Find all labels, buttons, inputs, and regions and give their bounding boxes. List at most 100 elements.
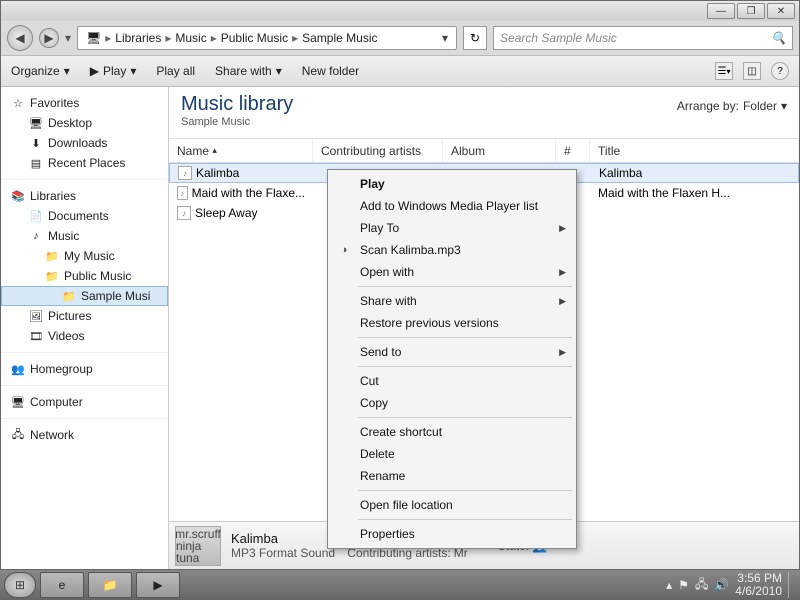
taskbar-explorer-button[interactable]: 📁: [88, 572, 132, 598]
menu-send-to[interactable]: Send to▶: [330, 341, 574, 363]
menu-rename[interactable]: Rename: [330, 465, 574, 487]
command-bar: Organize ▾ ▶ Play ▾ Play all Share with …: [1, 55, 799, 87]
tree-libraries[interactable]: 📚 Libraries: [1, 186, 168, 206]
menu-open-with[interactable]: Open with▶: [330, 261, 574, 283]
tree-network[interactable]: 🖧Network: [1, 425, 168, 445]
menu-restore-versions[interactable]: Restore previous versions: [330, 312, 574, 334]
breadcrumb-public-music[interactable]: Public Music: [217, 31, 292, 45]
view-options-button[interactable]: ☰▾: [715, 62, 733, 80]
taskbar-clock[interactable]: 3:56 PM 4/6/2010: [735, 572, 782, 598]
play-menu[interactable]: ▶ Play ▾: [90, 64, 137, 78]
column-label: Name: [177, 144, 209, 158]
menu-play-to[interactable]: Play To▶: [330, 217, 574, 239]
help-button[interactable]: ?: [771, 62, 789, 80]
start-button[interactable]: ⊞: [4, 572, 36, 598]
tree-label: Desktop: [48, 116, 92, 130]
forward-button[interactable]: ▶: [39, 28, 59, 48]
tree-favorites[interactable]: ☆Favorites: [1, 93, 168, 113]
menu-label: Scan Kalimba.mp3: [360, 243, 461, 257]
file-list: ♪Kalimba Kalimba ♪Maid with the Flaxe...…: [169, 163, 799, 521]
column-track-number[interactable]: #: [556, 139, 590, 162]
thumb-text: ninja tuna: [176, 540, 220, 564]
minimize-button[interactable]: —: [707, 3, 735, 19]
menu-add-to-wmp[interactable]: Add to Windows Media Player list: [330, 195, 574, 217]
column-artists[interactable]: Contributing artists: [313, 139, 443, 162]
menu-properties[interactable]: Properties: [330, 523, 574, 545]
system-tray[interactable]: ▴ ⚑ 🖧 🔊 3:56 PM 4/6/2010: [666, 572, 796, 598]
search-box[interactable]: Search Sample Music 🔍: [493, 26, 793, 50]
libraries-icon: 📚: [11, 189, 25, 203]
menu-scan[interactable]: ◑Scan Kalimba.mp3: [330, 239, 574, 261]
computer-icon: 🖥: [11, 395, 25, 409]
tree-downloads[interactable]: ⬇Downloads: [1, 133, 168, 153]
folder-icon: 📁: [62, 289, 76, 303]
tree-sample-music[interactable]: 📁 Sample Musi: [1, 286, 168, 306]
tree-music[interactable]: ♪Music: [1, 226, 168, 246]
tree-pictures[interactable]: 🖼Pictures: [1, 306, 168, 326]
pictures-icon: 🖼: [29, 309, 43, 323]
menu-create-shortcut[interactable]: Create shortcut: [330, 421, 574, 443]
tree-public-music[interactable]: 📁Public Music: [1, 266, 168, 286]
menu-share-with[interactable]: Share with▶: [330, 290, 574, 312]
menu-play[interactable]: Play: [330, 173, 574, 195]
library-subtitle: Sample Music: [181, 116, 293, 128]
breadcrumb-dropdown-icon[interactable]: ▾: [438, 31, 452, 45]
tree-desktop[interactable]: 🖥Desktop: [1, 113, 168, 133]
share-with-label: Share with: [215, 64, 272, 78]
menu-copy[interactable]: Copy: [330, 392, 574, 414]
tree-documents[interactable]: 📄Documents: [1, 206, 168, 226]
network-icon[interactable]: 🖧: [695, 575, 708, 596]
recent-locations-dropdown-icon[interactable]: ▾: [65, 31, 71, 45]
thumb-text: mr.scruff: [175, 528, 221, 540]
breadcrumb-root-icon[interactable]: 🖥: [82, 31, 105, 45]
volume-icon[interactable]: 🔊: [714, 578, 729, 592]
action-center-icon[interactable]: ⚑: [678, 578, 689, 592]
content-pane: Music library Sample Music Arrange by: F…: [169, 87, 799, 569]
taskbar-wmp-button[interactable]: ▶: [136, 572, 180, 598]
maximize-button[interactable]: ❐: [737, 3, 765, 19]
file-name: Maid with the Flaxe...: [192, 186, 305, 200]
tree-label: Computer: [30, 395, 83, 409]
forward-arrow-icon: ▶: [44, 31, 53, 45]
menu-delete[interactable]: Delete: [330, 443, 574, 465]
tree-label: Libraries: [30, 189, 76, 203]
network-icon: 🖧: [11, 428, 25, 442]
taskbar-ie-button[interactable]: e: [40, 572, 84, 598]
recent-icon: ▤: [29, 156, 43, 170]
column-album[interactable]: Album: [443, 139, 556, 162]
column-name[interactable]: Name ▴: [169, 139, 313, 162]
submenu-arrow-icon: ▶: [559, 267, 566, 278]
tree-recent-places[interactable]: ▤Recent Places: [1, 153, 168, 173]
homegroup-icon: 👥: [11, 362, 25, 376]
tree-label: Homegroup: [30, 362, 93, 376]
refresh-icon: ↻: [470, 31, 480, 45]
search-icon: 🔍: [771, 31, 786, 45]
tree-computer[interactable]: 🖥 Computer: [1, 392, 168, 412]
navigation-pane[interactable]: ☆Favorites 🖥Desktop ⬇Downloads ▤Recent P…: [1, 87, 169, 569]
column-title[interactable]: Title: [590, 139, 799, 162]
show-desktop-button[interactable]: [788, 572, 796, 598]
tree-label: My Music: [64, 249, 115, 263]
media-player-icon: ▶: [153, 578, 162, 592]
tree-label: Sample Musi: [81, 289, 150, 303]
close-button[interactable]: ✕: [767, 3, 795, 19]
tree-homegroup[interactable]: 👥 Homegroup: [1, 359, 168, 379]
share-with-menu[interactable]: Share with ▾: [215, 64, 282, 78]
refresh-button[interactable]: ↻: [463, 26, 487, 50]
new-folder-button[interactable]: New folder: [302, 64, 359, 78]
breadcrumb-music[interactable]: Music: [171, 31, 210, 45]
menu-open-file-location[interactable]: Open file location: [330, 494, 574, 516]
preview-pane-button[interactable]: ◫: [743, 62, 761, 80]
organize-menu[interactable]: Organize ▾: [11, 64, 70, 78]
play-all-button[interactable]: Play all: [156, 64, 195, 78]
arrange-by-menu[interactable]: Arrange by: Folder ▾: [677, 99, 787, 113]
tray-hidden-icons-icon[interactable]: ▴: [666, 578, 672, 592]
tree-my-music[interactable]: 📁My Music: [1, 246, 168, 266]
library-header: Music library Sample Music Arrange by: F…: [169, 87, 799, 139]
menu-cut[interactable]: Cut: [330, 370, 574, 392]
breadcrumb[interactable]: 🖥 ▸ Libraries ▸ Music ▸ Public Music ▸ S…: [77, 26, 457, 50]
breadcrumb-sample-music[interactable]: Sample Music: [298, 31, 381, 45]
tree-videos[interactable]: 🎞Videos: [1, 326, 168, 346]
back-button[interactable]: ◀: [7, 25, 33, 51]
breadcrumb-libraries[interactable]: Libraries: [111, 31, 165, 45]
